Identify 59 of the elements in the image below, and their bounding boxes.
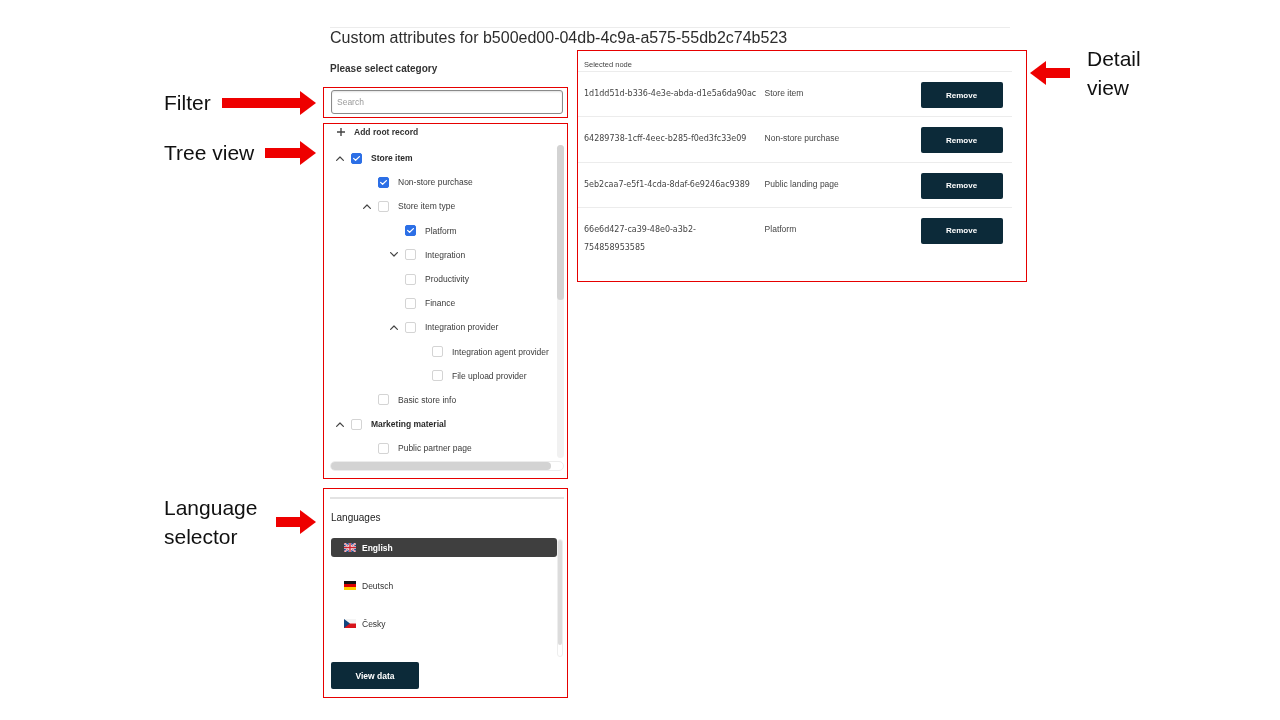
checkmark-icon	[353, 155, 360, 161]
tree-item-label[interactable]: Basic store info	[398, 394, 457, 405]
language-option[interactable]: Deutsch	[331, 576, 557, 595]
page-title: Custom attributes for b500ed00-04db-4c9a-a575-55db2c74b523	[330, 28, 788, 47]
callout-label: Tree view	[164, 140, 255, 166]
flag-icon	[344, 581, 356, 590]
node-id: 1d1dd51d-b336-4e3e-abda-d1e5a6da90ac	[584, 89, 757, 98]
callout-label: Detail view	[1087, 46, 1141, 101]
search-field[interactable]: Search	[331, 90, 563, 114]
remove-button[interactable]: Remove	[920, 82, 1003, 108]
flag-icon	[344, 543, 356, 552]
node-id: 5eb2caa7-e5f1-4cda-8daf-6e9246ac9389	[584, 179, 750, 189]
remove-button[interactable]: Remove	[920, 217, 1003, 244]
arrow-icon	[1030, 61, 1070, 85]
checkbox[interactable]	[405, 225, 416, 237]
language-option[interactable]: Česky	[331, 614, 557, 633]
checkbox[interactable]	[351, 152, 362, 164]
tree-item-label[interactable]: Public partner page	[398, 443, 472, 454]
section-heading: Languages	[331, 512, 381, 524]
flag-icon	[344, 619, 356, 628]
view-data-button[interactable]: View data	[331, 662, 419, 689]
remove-button[interactable]: Remove	[920, 127, 1003, 154]
tree-item-label[interactable]: Integration	[425, 249, 466, 260]
callout-label: Filter	[164, 90, 211, 116]
checkbox[interactable]	[378, 176, 389, 188]
node-name: Public landing page	[764, 178, 839, 189]
arrow-icon	[265, 140, 316, 165]
plus-icon	[337, 128, 345, 136]
add-root-button[interactable]: Add root record	[337, 124, 419, 140]
tree-item-label[interactable]: Finance	[425, 298, 456, 309]
language-option[interactable]: English	[331, 538, 557, 557]
chevron-up-icon[interactable]	[363, 203, 371, 209]
vertical-scrollbar[interactable]	[557, 539, 563, 657]
arrow-icon	[221, 90, 316, 115]
vertical-scrollbar[interactable]	[557, 145, 564, 458]
tree-item-label[interactable]: Store item	[371, 153, 413, 164]
chevron-down-icon[interactable]	[390, 252, 398, 258]
tree-item-label[interactable]: Marketing material	[371, 419, 447, 430]
chevron-up-icon[interactable]	[336, 155, 344, 161]
tree-item-label[interactable]: Integration provider	[425, 322, 499, 333]
tree-item-label[interactable]: Store item type	[398, 201, 456, 212]
chevron-up-icon[interactable]	[336, 421, 344, 427]
node-name: Platform	[764, 223, 797, 234]
node-name: Store item	[764, 88, 804, 98]
section-heading: Please select category	[330, 63, 438, 75]
tree-item-label[interactable]: Integration agent provider	[452, 346, 549, 357]
checkmark-icon	[407, 228, 414, 234]
node-id: 64289738-1cff-4eec-b285-f0ed3fc33e09	[584, 134, 747, 144]
chevron-up-icon[interactable]	[390, 324, 398, 330]
checkmark-icon	[380, 179, 387, 185]
tree-item-label[interactable]: Productivity	[425, 274, 469, 285]
arrow-icon	[276, 510, 316, 534]
node-id: 66e6d427-ca39-48e0-a3b2-754858953585	[584, 224, 696, 252]
remove-button[interactable]: Remove	[920, 172, 1003, 199]
tree-item-label[interactable]: Platform	[425, 225, 457, 236]
node-name: Non-store purchase	[764, 133, 840, 144]
tree-item-label[interactable]: Non-store purchase	[398, 177, 473, 188]
callout-label: Language selector	[164, 495, 259, 550]
tree-item-label[interactable]: File upload provider	[452, 370, 527, 381]
